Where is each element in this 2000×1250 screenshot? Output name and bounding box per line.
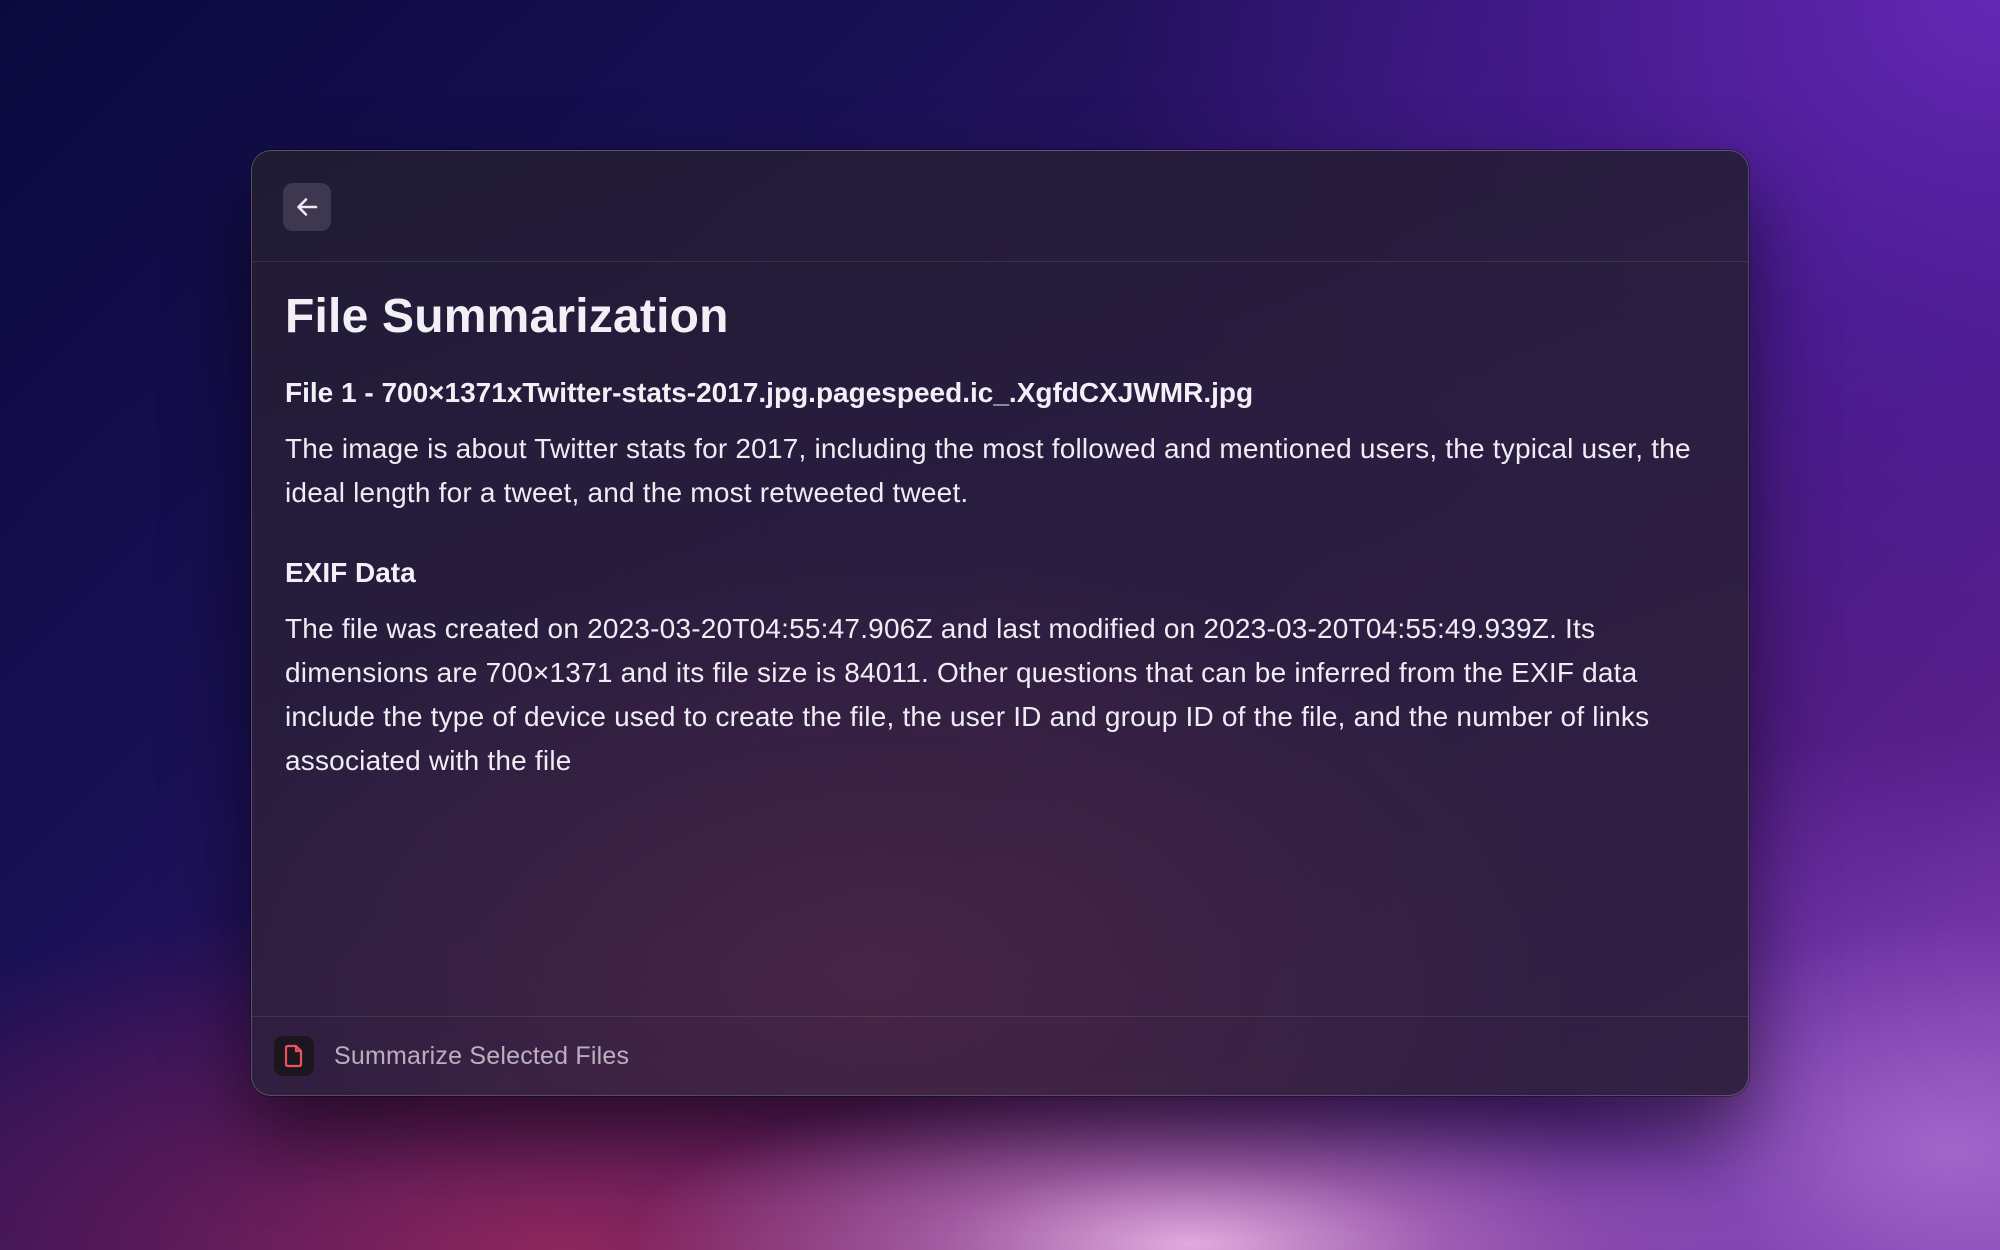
action-bar: Summarize Selected Files [252,1016,1748,1095]
exif-heading: EXIF Data [285,557,416,588]
exif-summary-text: The file was created on 2023-03-20T04:55… [285,613,1650,776]
summary-content: File Summarization File 1 - 700×1371xTwi… [285,261,1715,783]
page-title: File Summarization [285,290,729,343]
summarize-selected-files-action[interactable]: Summarize Selected Files [334,1042,629,1071]
document-icon [284,1044,303,1068]
summary-window: File Summarization File 1 - 700×1371xTwi… [251,150,1749,1096]
window-toolbar [252,151,1748,262]
file-heading: File 1 - 700×1371xTwitter-stats-2017.jpg… [285,377,1254,408]
action-icon-container [274,1036,314,1076]
arrow-left-icon [297,198,318,216]
back-button[interactable] [283,183,331,231]
file-summary-text: The image is about Twitter stats for 201… [285,433,1691,508]
